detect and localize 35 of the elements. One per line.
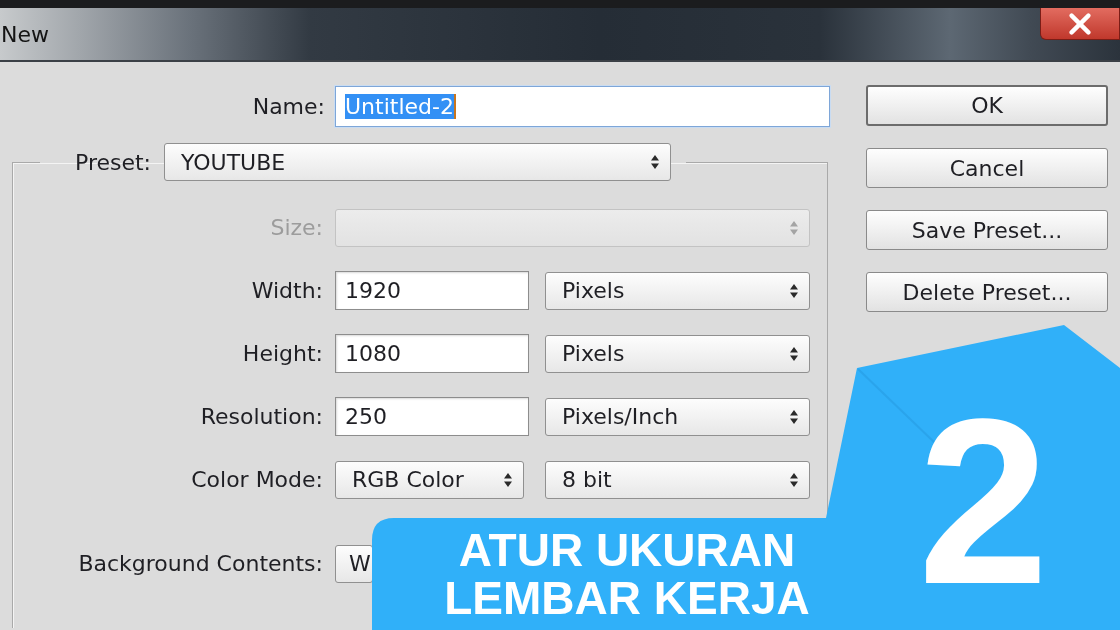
dialog-button[interactable]: Cancel xyxy=(866,148,1108,188)
window-title: New xyxy=(0,21,49,47)
field-label: Name: xyxy=(251,94,325,119)
input-field[interactable]: 1920 xyxy=(335,271,529,310)
selected-text: Untitled-2 xyxy=(345,94,456,119)
dropdown[interactable]: W xyxy=(335,544,373,583)
dialog-button[interactable]: Delete Preset... xyxy=(866,272,1108,312)
field-label: Height: xyxy=(241,341,323,366)
up-down-arrows-icon xyxy=(503,471,513,488)
close-button[interactable] xyxy=(1040,8,1120,40)
up-down-arrows-icon xyxy=(789,471,799,488)
field-label: Size: xyxy=(269,215,323,240)
dialog-button[interactable]: OK xyxy=(866,85,1108,126)
dropdown[interactable]: Pixels xyxy=(545,271,810,310)
up-down-arrows-icon xyxy=(789,345,799,362)
up-down-arrows-icon xyxy=(789,219,799,236)
dialog-button[interactable]: Save Preset... xyxy=(866,210,1108,250)
up-down-arrows-icon xyxy=(789,282,799,299)
dropdown[interactable]: 8 bit xyxy=(545,460,810,499)
input-field[interactable]: 250 xyxy=(335,397,529,436)
up-down-arrows-icon xyxy=(789,408,799,425)
field-label: Background Contents: xyxy=(77,551,323,576)
up-down-arrows-icon xyxy=(650,154,660,170)
close-icon xyxy=(1068,12,1092,35)
banner-title: ATUR UKURAN LEMBAR KERJA xyxy=(443,526,811,622)
dropdown[interactable]: YOUTUBE xyxy=(164,143,671,181)
step-number: 2 xyxy=(918,384,1049,619)
field-label: Resolution: xyxy=(199,404,323,429)
dropdown[interactable]: Pixels xyxy=(545,334,810,373)
field-label: Preset: xyxy=(75,149,151,175)
dropdown[interactable]: RGB Color xyxy=(335,460,524,499)
dropdown[interactable]: Pixels/Inch xyxy=(545,397,810,436)
input-field[interactable]: 1080 xyxy=(335,334,529,373)
field-label: Width: xyxy=(250,278,323,303)
field-label: Color Mode: xyxy=(190,467,323,492)
